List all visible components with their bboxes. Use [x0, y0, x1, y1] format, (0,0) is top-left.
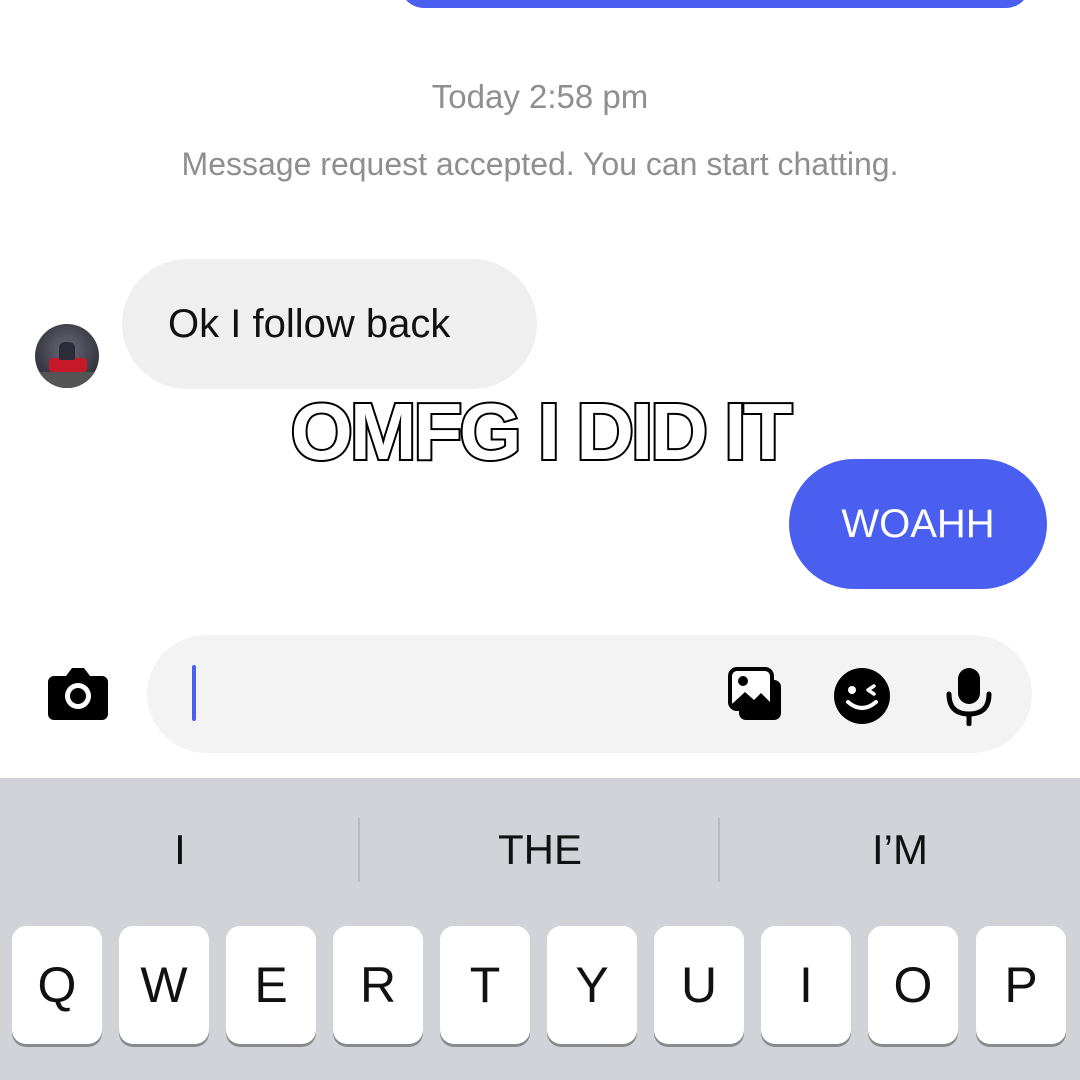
text-caret	[192, 665, 196, 721]
outgoing-message-bubble[interactable]: WOAHH	[789, 459, 1047, 589]
suggestion-bar: I THE I’M	[0, 778, 1080, 922]
key-u[interactable]: U	[654, 926, 744, 1044]
gallery-button[interactable]	[727, 666, 787, 726]
key-r[interactable]: R	[333, 926, 423, 1044]
camera-icon	[48, 668, 108, 720]
microphone-button[interactable]	[939, 666, 999, 727]
avatar-rider	[59, 342, 75, 360]
key-p[interactable]: P	[976, 926, 1066, 1044]
outgoing-message-text: WOAHH	[841, 501, 995, 546]
camera-button[interactable]	[46, 664, 110, 722]
gallery-icon	[728, 667, 781, 720]
key-e[interactable]: E	[226, 926, 316, 1044]
sticker-icon	[834, 668, 890, 724]
suggestion-2[interactable]: THE	[360, 778, 720, 922]
suggestion-1[interactable]: I	[0, 778, 360, 922]
sticker-button[interactable]	[832, 666, 892, 726]
avatar-kart	[49, 358, 87, 372]
message-timestamp: Today 2:58 pm	[431, 78, 649, 115]
suggestion-3[interactable]: I’M	[720, 778, 1080, 922]
key-q[interactable]: Q	[12, 926, 102, 1044]
key-y[interactable]: Y	[547, 926, 637, 1044]
incoming-message-text: Ok I follow back	[168, 301, 451, 346]
key-t[interactable]: T	[440, 926, 530, 1044]
key-w[interactable]: W	[119, 926, 209, 1044]
key-o[interactable]: O	[868, 926, 958, 1044]
system-message: Message request accepted. You can start …	[181, 146, 899, 182]
sender-avatar[interactable]	[35, 324, 99, 388]
keyboard: I THE I’M Q W E R T Y U I O P	[0, 778, 1080, 1080]
message-input[interactable]	[147, 635, 1032, 753]
microphone-icon	[946, 668, 992, 727]
key-i[interactable]: I	[761, 926, 851, 1044]
incoming-message-bubble[interactable]: Ok I follow back	[122, 259, 537, 389]
video-caption-overlay: OMFG I DID IT	[289, 385, 795, 478]
previous-outgoing-bubble	[400, 0, 1030, 8]
